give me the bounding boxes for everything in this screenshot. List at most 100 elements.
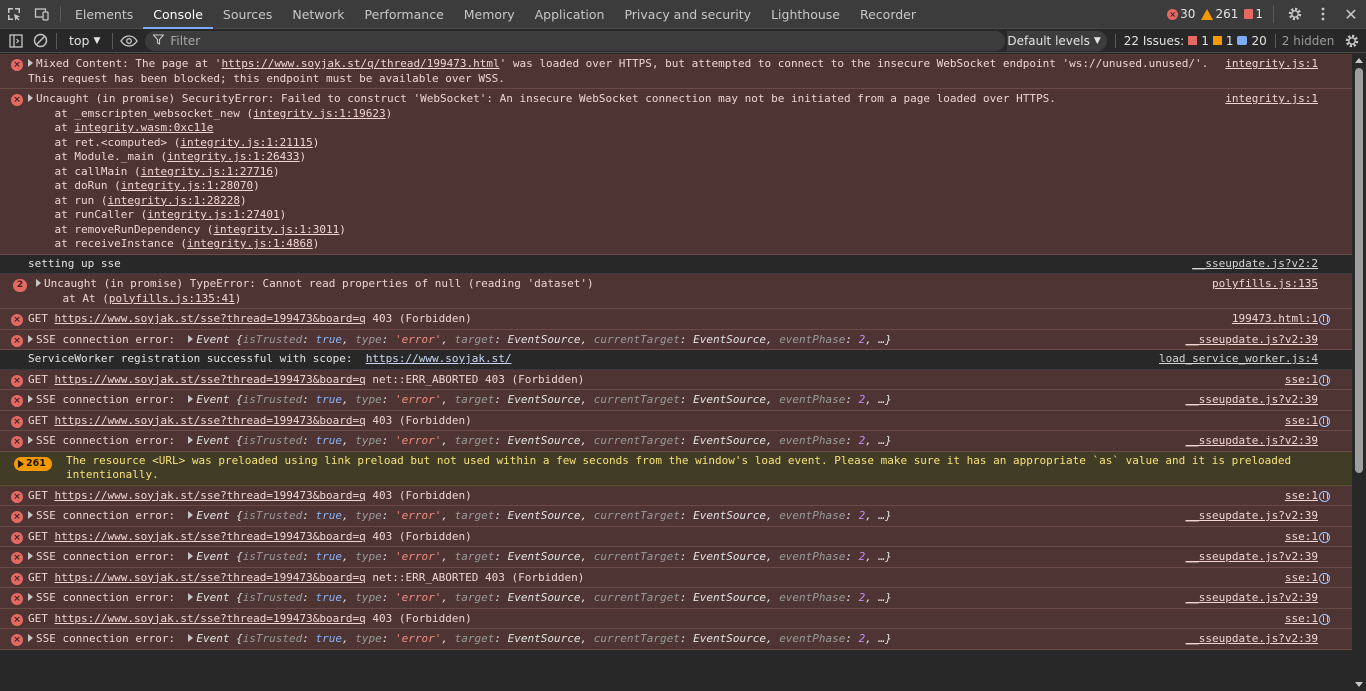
- message-link[interactable]: https://www.soyjak.st/sse?thread=199473&…: [55, 612, 366, 625]
- context-selector[interactable]: top ▼: [61, 33, 108, 48]
- source-link[interactable]: __sseupdate.js?v2:39: [1186, 632, 1318, 647]
- issues-summary[interactable]: 22 Issues: 1 1 20: [1114, 33, 1275, 48]
- network-request-icon[interactable]: [1319, 374, 1330, 386]
- message-link[interactable]: integrity.js:1:21115: [180, 136, 312, 149]
- console-message-info[interactable]: setting up sse __sseupdate.js?v2:2: [0, 254, 1352, 274]
- expand-triangle-icon[interactable]: [188, 552, 194, 560]
- message-link[interactable]: integrity.js:1:28070: [121, 179, 253, 192]
- source-link[interactable]: __sseupdate.js?v2:39: [1186, 333, 1318, 348]
- console-message-err[interactable]: × SSE connection error: Event {isTrusted:…: [0, 506, 1352, 527]
- message-link[interactable]: https://www.soyjak.st/q/thread/199473.ht…: [221, 57, 499, 70]
- expand-triangle-icon[interactable]: [28, 94, 33, 102]
- inspect-element-icon[interactable]: [0, 0, 28, 28]
- tab-recorder[interactable]: Recorder: [850, 0, 926, 28]
- tab-memory[interactable]: Memory: [454, 0, 525, 28]
- event-object-preview[interactable]: Event {isTrusted: true, type: 'error', t…: [188, 393, 892, 406]
- hidden-messages-count[interactable]: 2 hidden: [1274, 33, 1341, 48]
- expand-triangle-icon[interactable]: [28, 634, 33, 642]
- console-message-err[interactable]: × GET https://www.soyjak.st/sse?thread=19…: [0, 309, 1352, 330]
- source-link[interactable]: sse:1: [1285, 571, 1318, 586]
- tab-sources[interactable]: Sources: [213, 0, 282, 28]
- network-request-icon[interactable]: [1319, 613, 1330, 625]
- network-request-icon[interactable]: [1319, 415, 1330, 427]
- message-link[interactable]: integrity.wasm:0xc11e: [74, 121, 213, 134]
- console-message-info[interactable]: ServiceWorker registration successful wi…: [0, 350, 1352, 370]
- message-link[interactable]: integrity.js:1:19623: [253, 107, 385, 120]
- clear-console-icon[interactable]: [28, 30, 52, 52]
- message-link[interactable]: https://www.soyjak.st/sse?thread=199473&…: [55, 414, 366, 427]
- source-link[interactable]: sse:1: [1285, 414, 1318, 429]
- tab-console[interactable]: Console: [143, 0, 213, 29]
- vertical-scrollbar[interactable]: [1352, 54, 1366, 691]
- console-message-err[interactable]: × SSE connection error: Event {isTrusted:…: [0, 629, 1352, 650]
- source-link[interactable]: sse:1: [1285, 489, 1318, 504]
- source-link[interactable]: polyfills.js:135: [1212, 277, 1318, 292]
- console-message-err[interactable]: × SSE connection error: Event {isTrusted:…: [0, 431, 1352, 452]
- scrollbar-thumb[interactable]: [1355, 68, 1363, 473]
- console-message-err[interactable]: × GET https://www.soyjak.st/sse?thread=19…: [0, 485, 1352, 506]
- event-object-preview[interactable]: Event {isTrusted: true, type: 'error', t…: [188, 632, 892, 645]
- expand-triangle-icon[interactable]: [28, 511, 33, 519]
- expand-triangle-icon[interactable]: [28, 593, 33, 601]
- tab-lighthouse[interactable]: Lighthouse: [761, 0, 850, 28]
- source-link[interactable]: sse:1: [1285, 530, 1318, 545]
- device-toolbar-icon[interactable]: [28, 0, 56, 28]
- message-link[interactable]: https://www.soyjak.st/: [366, 352, 512, 365]
- network-request-icon[interactable]: [1319, 531, 1330, 543]
- sidebar-toggle-icon[interactable]: [4, 30, 28, 52]
- tab-privacy-and-security[interactable]: Privacy and security: [614, 0, 761, 28]
- source-link[interactable]: __sseupdate.js?v2:39: [1186, 550, 1318, 565]
- console-message-err[interactable]: 2 Uncaught (in promise) TypeError: Cannot…: [0, 274, 1352, 309]
- source-link[interactable]: integrity.js:1: [1225, 57, 1318, 72]
- source-link[interactable]: load_service_worker.js:4: [1159, 352, 1318, 367]
- source-link[interactable]: __sseupdate.js?v2:39: [1186, 393, 1318, 408]
- console-message-err[interactable]: × SSE connection error: Event {isTrusted:…: [0, 588, 1352, 609]
- warning-counter[interactable]: 261: [1201, 7, 1238, 21]
- message-link[interactable]: integrity.js:1:4868: [187, 237, 313, 250]
- expand-triangle-icon[interactable]: [188, 511, 194, 519]
- close-icon[interactable]: ✕: [1340, 3, 1362, 25]
- issues-counter[interactable]: 1: [1244, 7, 1263, 21]
- scroll-up-arrow-icon[interactable]: [1355, 58, 1363, 63]
- message-link[interactable]: polyfills.js:135:41: [109, 292, 235, 305]
- console-message-err[interactable]: × GET https://www.soyjak.st/sse?thread=19…: [0, 410, 1352, 431]
- message-link[interactable]: https://www.soyjak.st/sse?thread=199473&…: [55, 489, 366, 502]
- expand-triangle-icon[interactable]: [28, 552, 33, 560]
- message-link[interactable]: integrity.js:1:28228: [107, 194, 239, 207]
- expand-triangle-icon[interactable]: [36, 279, 41, 287]
- more-options-icon[interactable]: [1312, 3, 1334, 25]
- console-message-err[interactable]: × GET https://www.soyjak.st/sse?thread=19…: [0, 526, 1352, 547]
- console-message-err[interactable]: × GET https://www.soyjak.st/sse?thread=19…: [0, 608, 1352, 629]
- filter-input[interactable]: [170, 33, 971, 48]
- log-levels-dropdown[interactable]: Default levels ▼: [1007, 30, 1107, 51]
- source-link[interactable]: __sseupdate.js?v2:39: [1186, 434, 1318, 449]
- message-link[interactable]: https://www.soyjak.st/sse?thread=199473&…: [55, 312, 366, 325]
- console-message-err[interactable]: × GET https://www.soyjak.st/sse?thread=19…: [0, 369, 1352, 390]
- settings-gear-icon[interactable]: [1284, 3, 1306, 25]
- source-link[interactable]: sse:1: [1285, 373, 1318, 388]
- expand-triangle-icon[interactable]: [28, 395, 33, 403]
- error-counter[interactable]: × 30: [1167, 7, 1195, 21]
- console-message-warn[interactable]: 261 The resource <URL> was preloaded usin…: [0, 451, 1352, 486]
- message-link[interactable]: https://www.soyjak.st/sse?thread=199473&…: [55, 530, 366, 543]
- message-link[interactable]: integrity.js:1:3011: [213, 223, 339, 236]
- expand-triangle-icon[interactable]: [28, 334, 33, 343]
- source-link[interactable]: __sseupdate.js?v2:39: [1186, 509, 1318, 524]
- tab-performance[interactable]: Performance: [355, 0, 454, 28]
- scroll-down-arrow-icon[interactable]: [1355, 682, 1363, 687]
- message-link[interactable]: integrity.js:1:26433: [167, 150, 299, 163]
- message-link[interactable]: integrity.js:1:27401: [147, 208, 279, 221]
- tab-elements[interactable]: Elements: [65, 0, 143, 28]
- expand-triangle-icon[interactable]: [188, 395, 194, 403]
- console-message-err[interactable]: × SSE connection error: Event {isTrusted:…: [0, 547, 1352, 568]
- source-link[interactable]: __sseupdate.js?v2:2: [1192, 257, 1318, 272]
- event-object-preview[interactable]: Event {isTrusted: true, type: 'error', t…: [188, 591, 892, 604]
- source-link[interactable]: __sseupdate.js?v2:39: [1186, 591, 1318, 606]
- network-request-icon[interactable]: [1319, 572, 1330, 584]
- tab-application[interactable]: Application: [525, 0, 615, 28]
- expand-triangle-icon[interactable]: [188, 436, 194, 444]
- expand-triangle-icon[interactable]: [188, 634, 194, 642]
- expand-triangle-icon[interactable]: [188, 334, 194, 343]
- message-link[interactable]: integrity.js:1:27716: [141, 165, 273, 178]
- network-request-icon[interactable]: [1319, 490, 1330, 502]
